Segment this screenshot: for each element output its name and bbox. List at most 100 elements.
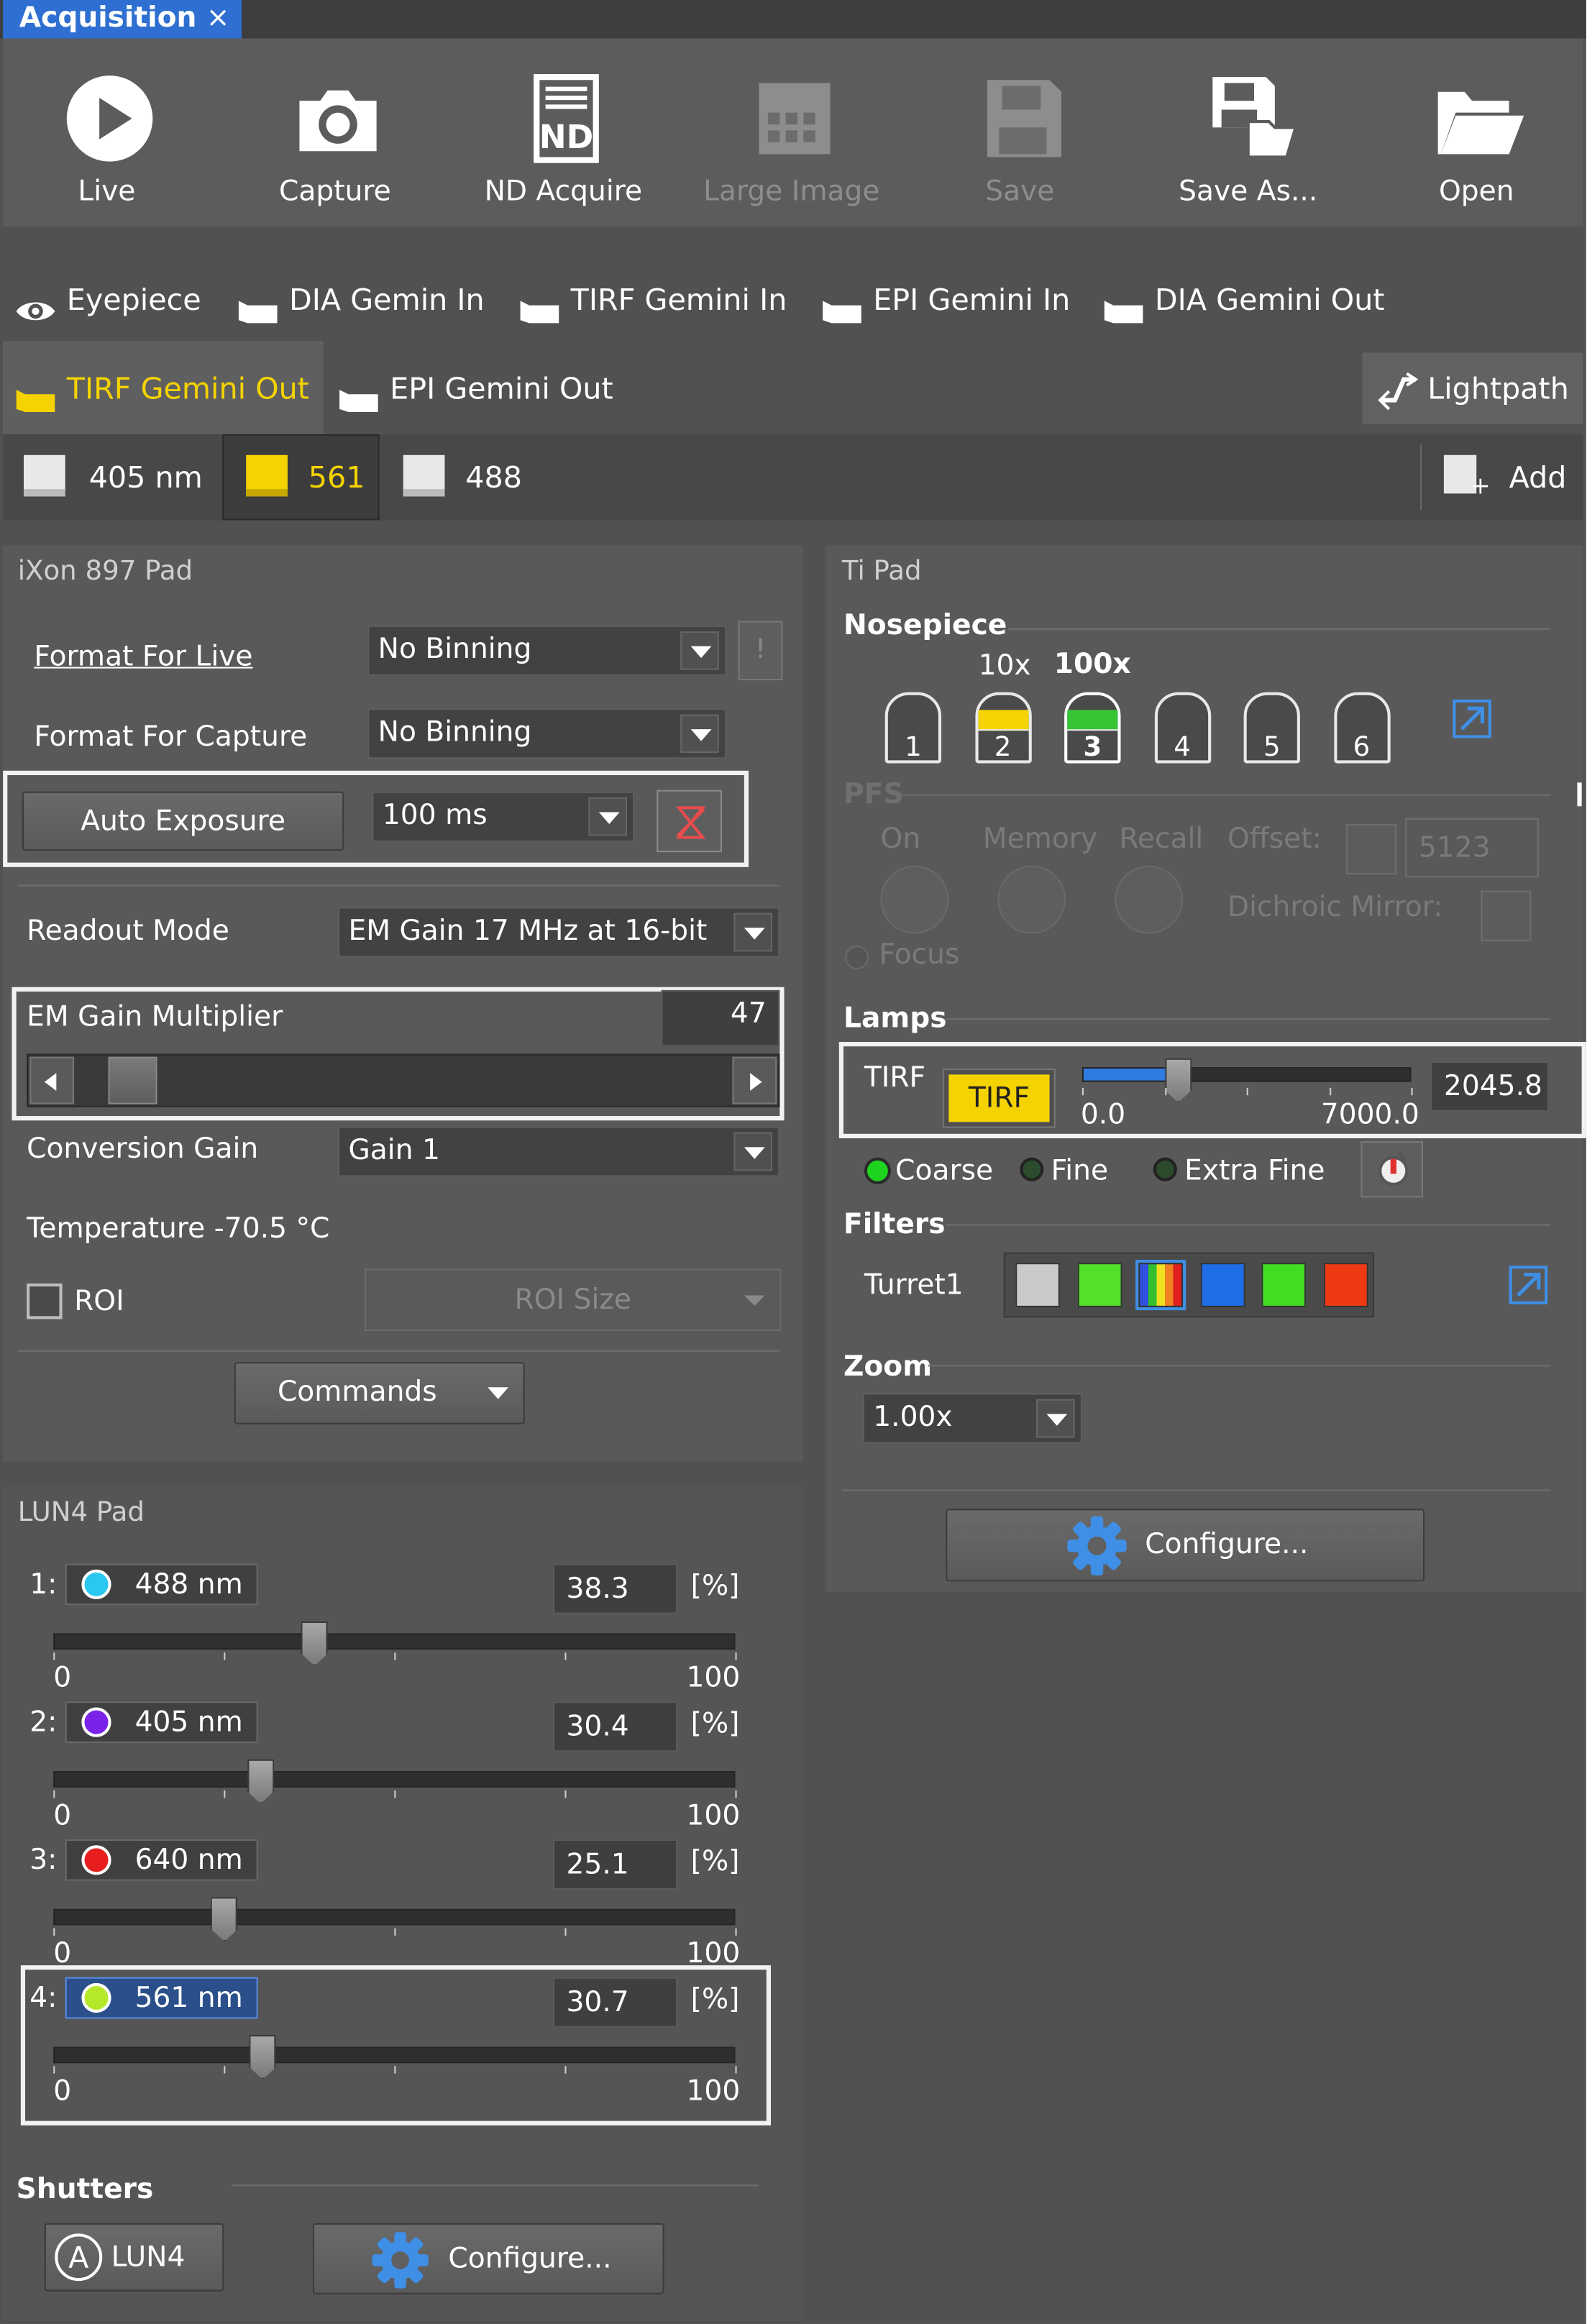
- camera-port-icon: [1103, 288, 1145, 323]
- coarse-radio[interactable]: [864, 1157, 891, 1184]
- em-gain-value[interactable]: 47: [661, 989, 780, 1047]
- line-select-button[interactable]: 640 nm: [65, 1839, 258, 1881]
- filter-position-4[interactable]: [1199, 1263, 1245, 1307]
- line-select-button[interactable]: 488 nm: [65, 1563, 258, 1606]
- nd-acquire-button[interactable]: ND ND Acquire: [459, 59, 667, 222]
- chevron-down-icon[interactable]: [680, 631, 719, 670]
- pfs-on-label: On: [880, 822, 921, 856]
- slider-min: 0: [53, 1661, 72, 1694]
- laser-color-icon: [81, 1707, 111, 1737]
- exposure-reset-button[interactable]: [657, 790, 722, 853]
- objective-4[interactable]: 4: [1153, 692, 1211, 764]
- objective-6[interactable]: 6: [1333, 692, 1390, 764]
- ti-configure-button[interactable]: Configure...: [946, 1509, 1425, 1582]
- warning-button[interactable]: !: [738, 621, 783, 681]
- shutters-configure-button[interactable]: Configure...: [312, 2223, 664, 2295]
- tab-acquisition[interactable]: Acquisition ×: [3, 0, 242, 39]
- scroll-right-button[interactable]: [732, 1056, 777, 1104]
- zoom-select[interactable]: 1.00x: [862, 1393, 1082, 1444]
- camera-port-icon: [15, 378, 57, 411]
- lun4-pad-title: LUN4 Pad: [17, 1496, 145, 1529]
- em-gain-thumb[interactable]: [108, 1056, 157, 1104]
- roi-size-select[interactable]: ROI Size: [365, 1268, 782, 1331]
- chevron-down-icon[interactable]: [1035, 1399, 1075, 1438]
- add-channel-button[interactable]: + Add: [1441, 447, 1575, 506]
- camera-port-icon: [821, 288, 863, 323]
- line-select-button[interactable]: 561 nm: [65, 1977, 258, 2019]
- line-power-value[interactable]: 25.1: [552, 1839, 678, 1890]
- chevron-down-icon: [488, 1387, 509, 1399]
- lightpath-tirf-gemini-out[interactable]: TIRF Gemini Out: [15, 363, 309, 413]
- chevron-down-icon[interactable]: [588, 797, 628, 836]
- pfs-on-button[interactable]: [880, 865, 949, 934]
- lightpath-tirf-gemini-in[interactable]: TIRF Gemini In: [519, 274, 787, 324]
- objective-1[interactable]: 1: [884, 692, 942, 764]
- line-power-value[interactable]: 30.7: [552, 1977, 678, 2028]
- objective-5[interactable]: 5: [1243, 692, 1300, 764]
- channel-405[interactable]: 405 nm: [21, 447, 203, 506]
- channel-561[interactable]: 561: [240, 447, 365, 506]
- tirf-lamp-button[interactable]: TIRF: [943, 1069, 1056, 1128]
- pfs-memory-button[interactable]: [997, 865, 1066, 934]
- tab-close-icon[interactable]: ×: [206, 0, 230, 37]
- auto-exposure-button[interactable]: Auto Exposure: [22, 791, 344, 851]
- format-capture-select[interactable]: No Binning: [367, 708, 727, 759]
- line-power-slider[interactable]: [53, 1908, 736, 1926]
- line-power-slider[interactable]: [53, 2046, 736, 2064]
- lightpath-dia-gemini-out[interactable]: DIA Gemini Out: [1103, 274, 1385, 324]
- line-power-value[interactable]: 30.4: [552, 1701, 678, 1752]
- channel-square-icon: [403, 454, 445, 497]
- objective-3[interactable]: 3: [1064, 692, 1121, 764]
- lamp-value[interactable]: 2045.8: [1430, 1061, 1550, 1112]
- filter-position-2[interactable]: [1076, 1263, 1122, 1307]
- lightpath-epi-gemini-out[interactable]: EPI Gemini Out: [338, 363, 613, 413]
- laser-color-icon: [81, 1569, 111, 1600]
- pfs-recall-button[interactable]: [1115, 865, 1184, 934]
- scroll-left-button[interactable]: [29, 1056, 75, 1104]
- dichroic-button[interactable]: [1481, 890, 1532, 941]
- pfs-offset-button[interactable]: [1345, 824, 1396, 875]
- format-live-link[interactable]: Format For Live: [34, 640, 252, 672]
- line-power-value[interactable]: 38.3: [552, 1563, 678, 1614]
- objective-2[interactable]: 2: [974, 692, 1031, 764]
- extra-fine-radio[interactable]: [1153, 1157, 1177, 1181]
- commands-button[interactable]: Commands: [234, 1362, 525, 1424]
- roi-checkbox[interactable]: [27, 1283, 63, 1319]
- save-button[interactable]: Save: [916, 59, 1124, 222]
- objective-number: 3: [1083, 732, 1102, 764]
- chevron-down-icon[interactable]: [680, 714, 719, 754]
- lightpath-epi-gemini-in[interactable]: EPI Gemini In: [821, 274, 1070, 324]
- pfs-offset-field[interactable]: 5123: [1405, 818, 1539, 878]
- focus-radio[interactable]: [845, 946, 869, 970]
- line-power-slider[interactable]: [53, 1633, 736, 1650]
- line-select-button[interactable]: 405 nm: [65, 1701, 258, 1743]
- filter-position-5[interactable]: [1261, 1263, 1307, 1307]
- lamp-stop-button[interactable]: [1360, 1141, 1424, 1198]
- expand-nosepiece-icon[interactable]: [1450, 697, 1494, 741]
- capture-button[interactable]: Capture: [232, 59, 439, 222]
- filter-position-3[interactable]: [1135, 1260, 1186, 1311]
- line-power-slider[interactable]: [53, 1771, 736, 1788]
- chevron-down-icon[interactable]: [733, 912, 773, 952]
- exposure-select[interactable]: 100 ms: [372, 791, 635, 842]
- save-as-button[interactable]: Save As...: [1144, 59, 1352, 222]
- expand-filters-icon[interactable]: [1506, 1263, 1550, 1307]
- readout-mode-select[interactable]: EM Gain 17 MHz at 16-bit: [338, 907, 780, 958]
- objective-number: 1: [905, 732, 922, 764]
- lun4-shutter-button[interactable]: A LUN4: [44, 2223, 224, 2292]
- large-image-button[interactable]: Large Image: [688, 59, 896, 222]
- lightpath-dia-gemin-in[interactable]: DIA Gemin In: [237, 274, 485, 324]
- lightpath-eyepiece[interactable]: Eyepiece: [15, 274, 201, 324]
- chevron-down-icon[interactable]: [733, 1132, 773, 1171]
- filter-position-1[interactable]: [1015, 1263, 1060, 1307]
- fine-radio[interactable]: [1020, 1157, 1044, 1181]
- conversion-gain-select[interactable]: Gain 1: [338, 1126, 780, 1177]
- epi-gemini-in-label: EPI Gemini In: [873, 281, 1071, 318]
- live-button[interactable]: Live: [3, 59, 211, 222]
- lamp-slider-track[interactable]: [1081, 1067, 1412, 1082]
- open-button[interactable]: Open: [1373, 59, 1581, 222]
- filter-position-6[interactable]: [1322, 1263, 1368, 1307]
- lightpath-button[interactable]: Lightpath: [1362, 352, 1583, 424]
- format-live-select[interactable]: No Binning: [367, 625, 727, 676]
- channel-488[interactable]: 488: [401, 447, 522, 506]
